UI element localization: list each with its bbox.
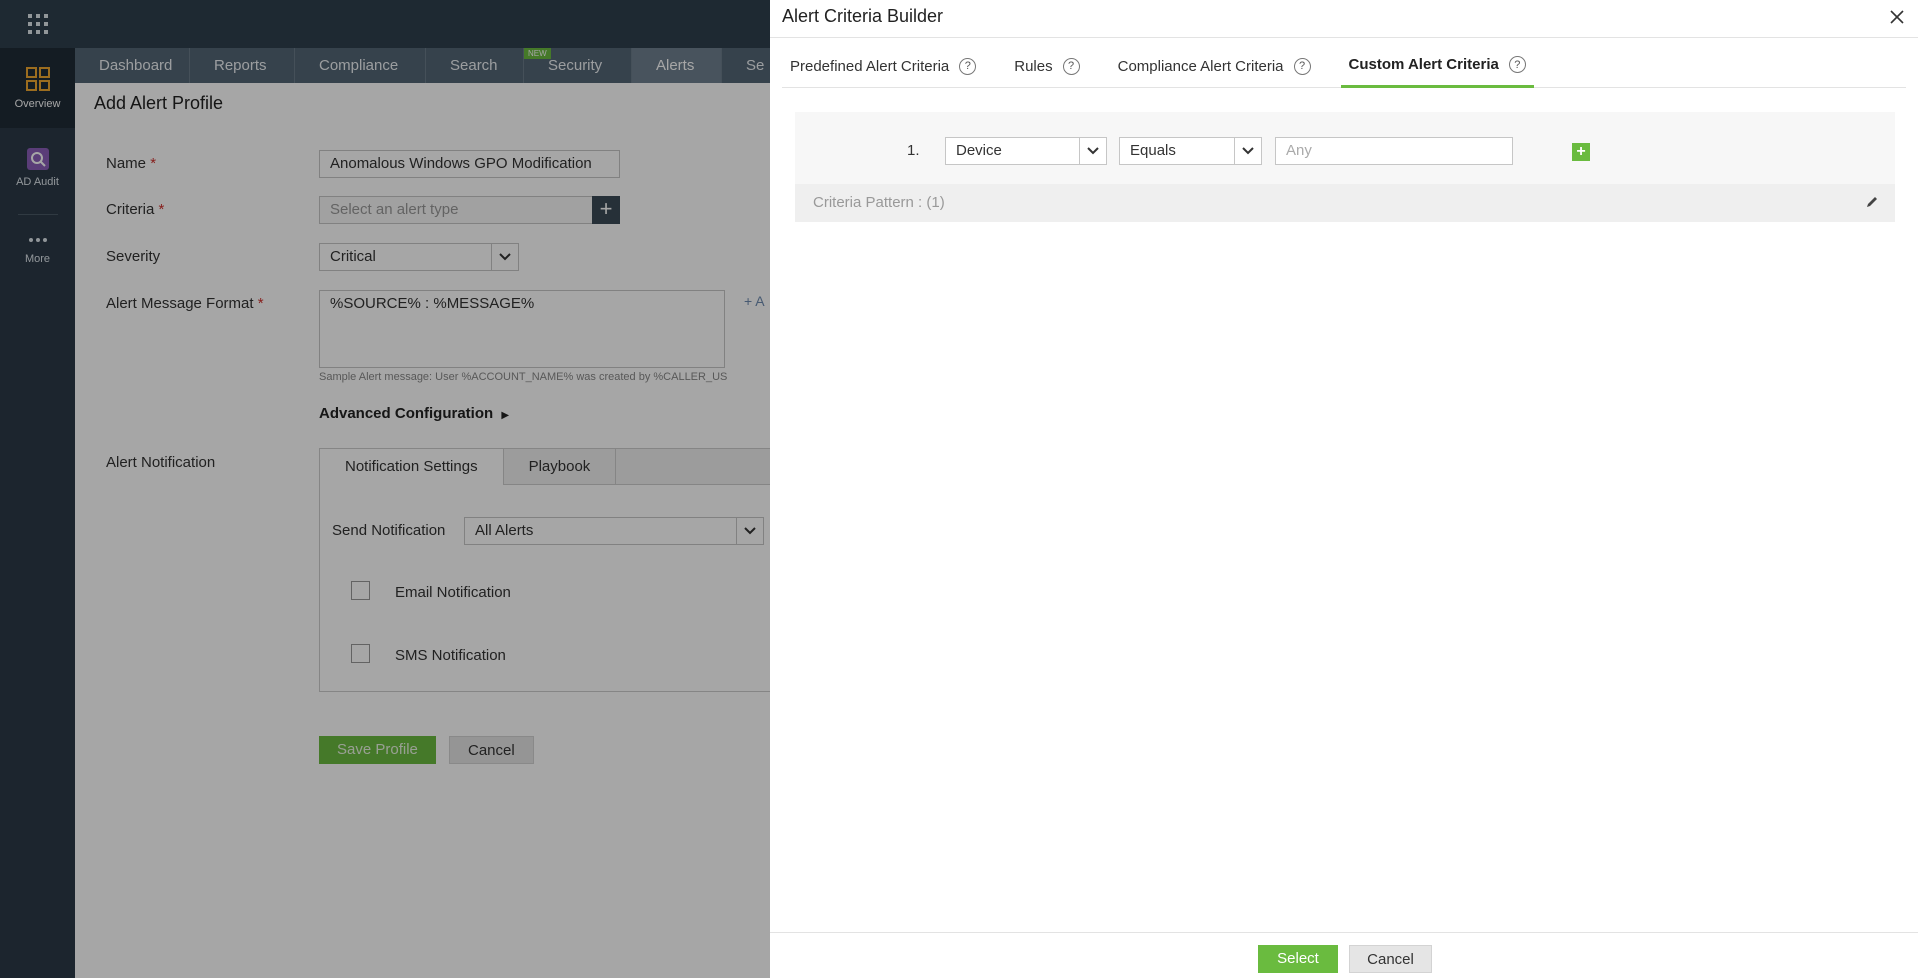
alert-criteria-builder-dialog: Alert Criteria Builder Predefined Alert … [770,0,1918,978]
pencil-icon [1867,197,1877,207]
operator-value: Equals [1130,142,1176,159]
tab-rules[interactable]: Rules ? [1006,50,1087,88]
app-root: Overview AD Audit More Dashboard Reports… [0,0,1918,978]
close-button[interactable] [1886,6,1908,28]
help-icon[interactable]: ? [1293,57,1311,75]
criteria-builder-area: 1. Device Equals Any + Criteria Pattern … [795,112,1895,222]
tab-predefined-alert-criteria[interactable]: Predefined Alert Criteria ? [782,50,984,88]
chevron-down-icon [1079,138,1106,164]
tab-label: Predefined Alert Criteria [790,57,950,75]
tab-label: Rules [1014,57,1053,75]
field-value: Device [956,142,1002,159]
help-icon[interactable]: ? [1062,57,1080,75]
help-icon[interactable]: ? [959,57,977,75]
criteria-pattern-bar: Criteria Pattern : (1) [795,184,1895,222]
close-icon [1890,10,1904,24]
dialog-footer-divider [770,932,1918,933]
criteria-row-number: 1. [907,142,920,159]
criteria-field-select[interactable]: Device [945,137,1107,165]
divider [770,37,1918,38]
tab-label: Custom Alert Criteria [1348,56,1499,73]
dialog-title: Alert Criteria Builder [782,6,944,26]
chevron-down-icon [1234,138,1261,164]
add-criteria-row-button[interactable]: + [1572,143,1590,161]
help-icon[interactable]: ? [1508,56,1526,73]
edit-pattern-button[interactable] [1865,195,1879,213]
criteria-operator-select[interactable]: Equals [1119,137,1262,165]
tab-custom-alert-criteria[interactable]: Custom Alert Criteria ? [1340,50,1534,88]
tab-compliance-alert-criteria[interactable]: Compliance Alert Criteria ? [1110,50,1319,88]
criteria-value-input[interactable]: Any [1275,137,1513,165]
criteria-tabs: Predefined Alert Criteria ? Rules ? Comp… [782,50,1906,88]
dialog-cancel-button[interactable]: Cancel [1349,945,1432,973]
select-button[interactable]: Select [1258,945,1338,973]
tab-label: Compliance Alert Criteria [1117,57,1284,75]
criteria-pattern-text: Criteria Pattern : (1) [813,194,945,211]
